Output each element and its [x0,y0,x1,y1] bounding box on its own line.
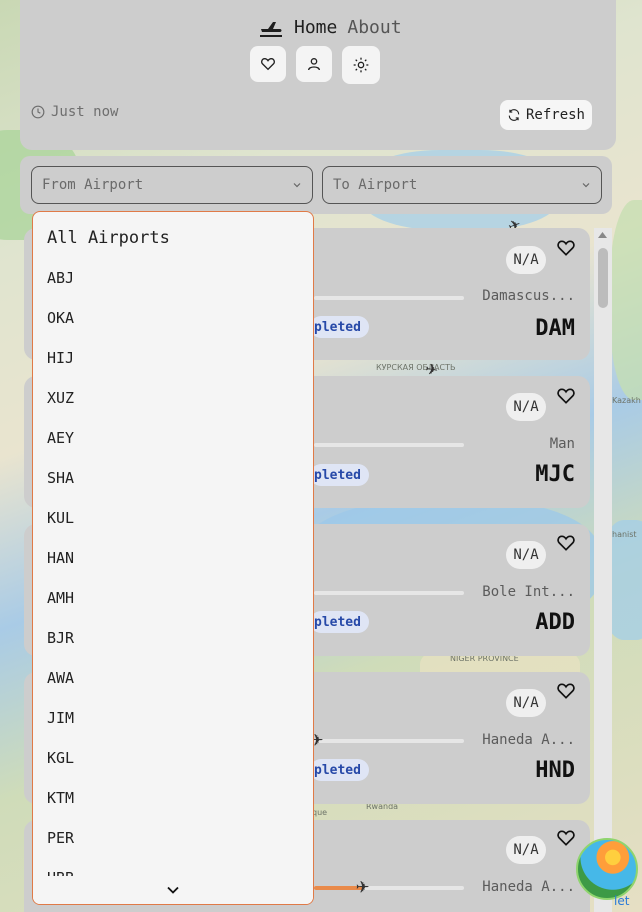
airport-option[interactable]: OKA [33,298,313,338]
airport-option[interactable]: AEY [33,418,313,458]
destination-code: MJC [535,462,575,487]
airport-filters: From Airport To Airport [20,156,612,214]
app-header: Home About Just now Refresh [20,0,616,150]
nav-home-link[interactable]: Home [294,17,337,38]
destination-name: Man [549,436,575,452]
chevron-down-icon [293,183,301,188]
map-label: hanist [612,530,637,539]
chevron-down-icon [582,183,590,188]
destination-code: HND [535,758,575,783]
status-badge: N/A [506,836,546,864]
airport-option-list: All Airports ABJ OKA HIJ XUZ AEY SHA KUL… [33,212,313,898]
destination-name: Haneda A... [482,879,575,895]
flight-progress-track [314,296,464,300]
to-airport-select[interactable]: To Airport [322,166,602,204]
airport-option[interactable]: ABJ [33,258,313,298]
airport-option[interactable]: SHA [33,458,313,498]
destination-code: DAM [535,316,575,341]
airport-option[interactable]: KTM [33,778,313,818]
tropical-island-avatar[interactable] [576,838,638,900]
heart-icon[interactable] [556,386,576,406]
from-airport-dropdown[interactable]: All Airports ABJ OKA HIJ XUZ AEY SHA KUL… [32,211,314,905]
user-icon [308,58,320,71]
last-updated: Just now [31,104,118,120]
list-scrollbar[interactable] [594,228,612,912]
airport-option[interactable]: HIJ [33,338,313,378]
destination-name: Haneda A... [482,732,575,748]
dropdown-scroll-down[interactable] [33,876,313,904]
heart-icon[interactable] [556,238,576,258]
airport-option[interactable]: KUL [33,498,313,538]
main-nav: Home About [258,14,402,40]
flight-status-pill: pleted [310,316,369,338]
airport-option[interactable]: HAN [33,538,313,578]
destination-name: Bole Int... [482,584,575,600]
heart-icon[interactable] [556,681,576,701]
scroll-up-arrow-icon[interactable] [597,231,608,239]
refresh-label: Refresh [525,107,585,123]
profile-button[interactable] [296,46,332,82]
clock-icon [31,105,45,119]
status-badge: N/A [506,541,546,569]
airport-option[interactable]: KGL [33,738,313,778]
refresh-icon [508,109,520,121]
to-airport-placeholder: To Airport [333,177,418,193]
flight-status-pill: pleted [310,464,369,486]
chevron-down-icon [167,886,179,894]
flight-status-pill: pleted [310,611,369,633]
airport-option[interactable]: AMH [33,578,313,618]
refresh-button[interactable]: Refresh [500,100,592,130]
plane-logo-icon[interactable] [258,14,284,40]
map-attribution-link[interactable]: let [614,894,629,908]
airport-option[interactable]: AWA [33,658,313,698]
from-airport-placeholder: From Airport [42,177,144,193]
from-airport-select[interactable]: From Airport [31,166,313,204]
scrollbar-thumb[interactable] [598,248,608,308]
flight-progress-track [314,739,464,743]
flight-progress-track [314,591,464,595]
heart-icon [261,57,275,71]
airport-option[interactable]: XUZ [33,378,313,418]
airplane-icon: ✈ [356,874,370,899]
map-label: КУРСКАЯ ОБЛАСТЬ [376,363,456,372]
airport-option[interactable]: BJR [33,618,313,658]
status-badge: N/A [506,393,546,421]
status-badge: N/A [506,689,546,717]
map-label: Kazakh [612,396,641,405]
heart-icon[interactable] [556,533,576,553]
sun-icon [353,57,369,73]
flight-status-pill: pleted [310,759,369,781]
heart-icon[interactable] [556,828,576,848]
theme-toggle-button[interactable] [342,46,380,84]
flight-progress-track [314,443,464,447]
favorites-button[interactable] [250,46,286,82]
airport-option[interactable]: PER [33,818,313,858]
airport-option[interactable]: JIM [33,698,313,738]
last-updated-text: Just now [51,104,119,120]
destination-code: ADD [535,610,575,635]
destination-name: Damascus... [482,288,575,304]
map-label: que [312,808,328,817]
nav-about-link[interactable]: About [347,17,401,38]
status-badge: N/A [506,246,546,274]
airport-option-all[interactable]: All Airports [33,218,313,258]
